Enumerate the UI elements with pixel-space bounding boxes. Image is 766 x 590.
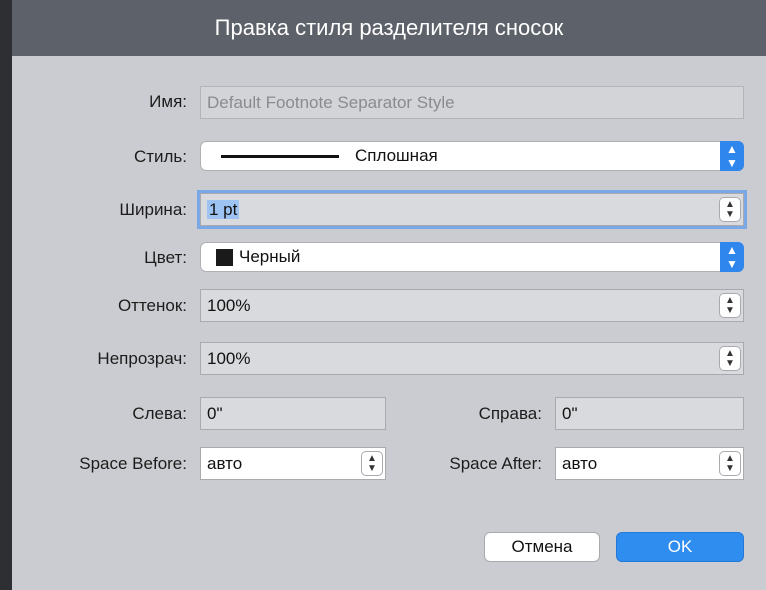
width-stepper-icon[interactable]: ▲ ▼ bbox=[719, 197, 741, 222]
name-label: Имя: bbox=[149, 92, 187, 111]
opacity-stepper-icon[interactable]: ▲ ▼ bbox=[719, 346, 741, 371]
color-swatch-icon bbox=[216, 249, 233, 266]
color-popup[interactable]: Черный ▲ ▼ bbox=[200, 242, 744, 272]
popup-arrows-icon: ▲ ▼ bbox=[720, 141, 744, 171]
ok-button[interactable]: OK bbox=[616, 532, 744, 562]
space-after-field[interactable]: авто ▲ ▼ bbox=[555, 447, 744, 480]
width-field[interactable]: 1 pt ▲ ▼ bbox=[200, 193, 744, 226]
left-indent-field[interactable]: 0" bbox=[200, 397, 386, 430]
tint-value: 100% bbox=[207, 296, 251, 315]
space-before-stepper-icon[interactable]: ▲ ▼ bbox=[361, 451, 383, 476]
left-indent-label: Слева: bbox=[132, 404, 187, 423]
opacity-field[interactable]: 100% ▲ ▼ bbox=[200, 342, 744, 375]
space-before-field[interactable]: авто ▲ ▼ bbox=[200, 447, 386, 480]
color-value: Черный bbox=[239, 247, 301, 266]
space-before-label: Space Before: bbox=[79, 454, 187, 473]
tint-label: Оттенок: bbox=[117, 296, 187, 315]
width-label: Ширина: bbox=[119, 200, 187, 219]
edit-footnote-separator-dialog: Правка стиля разделителя сносок Имя: Def… bbox=[12, 0, 766, 590]
line-style-preview-icon bbox=[221, 155, 339, 158]
background-window-edge bbox=[0, 0, 12, 590]
popup-arrows-icon: ▲ ▼ bbox=[720, 242, 744, 272]
tint-field[interactable]: 100% ▲ ▼ bbox=[200, 289, 744, 322]
opacity-value: 100% bbox=[207, 349, 251, 368]
style-label: Стиль: bbox=[133, 147, 187, 166]
name-field[interactable]: Default Footnote Separator Style bbox=[200, 86, 744, 119]
width-value: 1 pt bbox=[207, 200, 240, 219]
cancel-button[interactable]: Отмена bbox=[484, 532, 600, 562]
space-after-stepper-icon[interactable]: ▲ ▼ bbox=[719, 451, 741, 476]
right-indent-field[interactable]: 0" bbox=[555, 397, 744, 430]
dialog-title: Правка стиля разделителя сносок bbox=[12, 0, 766, 56]
dialog-content: Имя: Default Footnote Separator Style Ст… bbox=[12, 56, 766, 590]
opacity-label: Непрозрач: bbox=[97, 349, 187, 368]
right-indent-label: Справа: bbox=[478, 404, 542, 423]
space-before-value: авто bbox=[207, 454, 243, 473]
space-after-value: авто bbox=[562, 454, 598, 473]
style-value: Сплошная bbox=[355, 146, 438, 165]
tint-stepper-icon[interactable]: ▲ ▼ bbox=[719, 293, 741, 318]
space-after-label: Space After: bbox=[449, 454, 542, 473]
color-label: Цвет: bbox=[144, 248, 187, 267]
style-popup[interactable]: Сплошная ▲ ▼ bbox=[200, 141, 744, 171]
